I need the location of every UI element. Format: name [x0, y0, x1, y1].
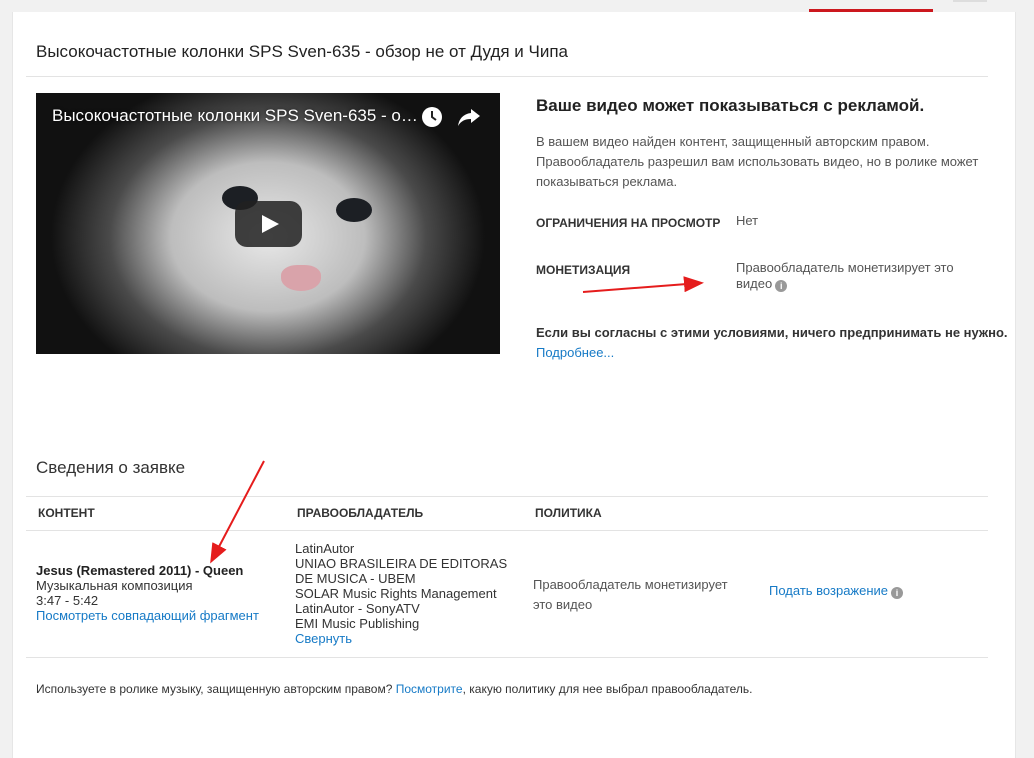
table-row-owners: LatinAutor UNIAO BRASILEIRA DE EDITORAS … — [295, 541, 515, 646]
cat-eye-right — [336, 198, 372, 222]
top-tab-box[interactable] — [953, 0, 987, 2]
claim-section-title: Сведения о заявке — [36, 458, 186, 477]
restrictions-value: Нет — [736, 213, 759, 228]
owner-item: UNIAO BRASILEIRA DE EDITORAS DE MUSICA -… — [295, 556, 508, 586]
content-type: Музыкальная композиция — [36, 578, 193, 593]
footer-text-before: Используете в ролике музыку, защищенную … — [36, 682, 396, 696]
agree-text: Если вы согласны с этими условиями, ниче… — [536, 325, 1008, 340]
content-title: Jesus (Remastered 2011) - Queen — [36, 563, 244, 578]
share-icon[interactable] — [457, 107, 481, 127]
ad-notice-heading: Ваше видео может показываться с рекламой… — [536, 96, 925, 115]
view-match-link[interactable]: Посмотреть совпадающий фрагмент — [36, 608, 259, 623]
title-divider — [26, 76, 988, 77]
cat-nose — [281, 265, 321, 291]
monetization-label: МОНЕТИЗАЦИЯ — [536, 263, 631, 277]
owner-item: EMI Music Publishing — [295, 616, 420, 631]
dispute-action: Подать возражение i — [769, 583, 904, 599]
content-column-header: КОНТЕНТ — [38, 506, 95, 520]
video-player[interactable]: Высокочастотные колонки SPS Sven-635 - о… — [36, 93, 500, 354]
owner-item: LatinAutor - SonyATV — [295, 601, 420, 616]
content-range: 3:47 - 5:42 — [36, 593, 99, 608]
table-header-divider — [26, 530, 988, 531]
table-row-policy: Правообладатель монетизирует это видео — [533, 577, 728, 612]
footer-note: Используете в ролике музыку, защищенную … — [36, 682, 752, 696]
footer-text-after: , какую политику для нее выбрал правообл… — [462, 682, 753, 696]
table-top-divider — [26, 496, 988, 497]
restrictions-label: ОГРАНИЧЕНИЯ НА ПРОСМОТР — [536, 216, 721, 230]
owner-column-header: ПРАВООБЛАДАТЕЛЬ — [297, 506, 424, 520]
table-bottom-divider — [26, 657, 988, 658]
top-tab-bar — [0, 0, 1034, 12]
info-icon[interactable]: i — [775, 280, 788, 292]
monetization-value: Правообладатель монетизирует это видео i — [736, 260, 971, 292]
more-link[interactable]: Подробнее... — [536, 345, 614, 360]
policy-column-header: ПОЛИТИКА — [535, 506, 602, 520]
play-icon[interactable] — [235, 201, 302, 247]
owner-item: SOLAR Music Rights Management — [295, 586, 497, 601]
owner-item: LatinAutor — [295, 541, 355, 556]
dispute-link[interactable]: Подать возражение — [769, 583, 888, 598]
clock-icon[interactable] — [421, 106, 443, 128]
monetization-text: Правообладатель монетизирует это видео — [736, 260, 954, 291]
page-title: Высокочастотные колонки SPS Sven-635 - о… — [36, 42, 568, 61]
video-title[interactable]: Высокочастотные колонки SPS Sven-635 - о… — [52, 106, 422, 126]
table-row-content: Jesus (Remastered 2011) - Queen Музыкаль… — [36, 563, 286, 623]
info-icon[interactable]: i — [891, 587, 904, 599]
ad-notice-description: В вашем видео найден контент, защищенный… — [536, 134, 979, 189]
footer-link[interactable]: Посмотрите — [396, 682, 463, 696]
collapse-link[interactable]: Свернуть — [295, 631, 352, 646]
claim-details-panel: Высокочастотные колонки SPS Sven-635 - о… — [12, 12, 1016, 758]
